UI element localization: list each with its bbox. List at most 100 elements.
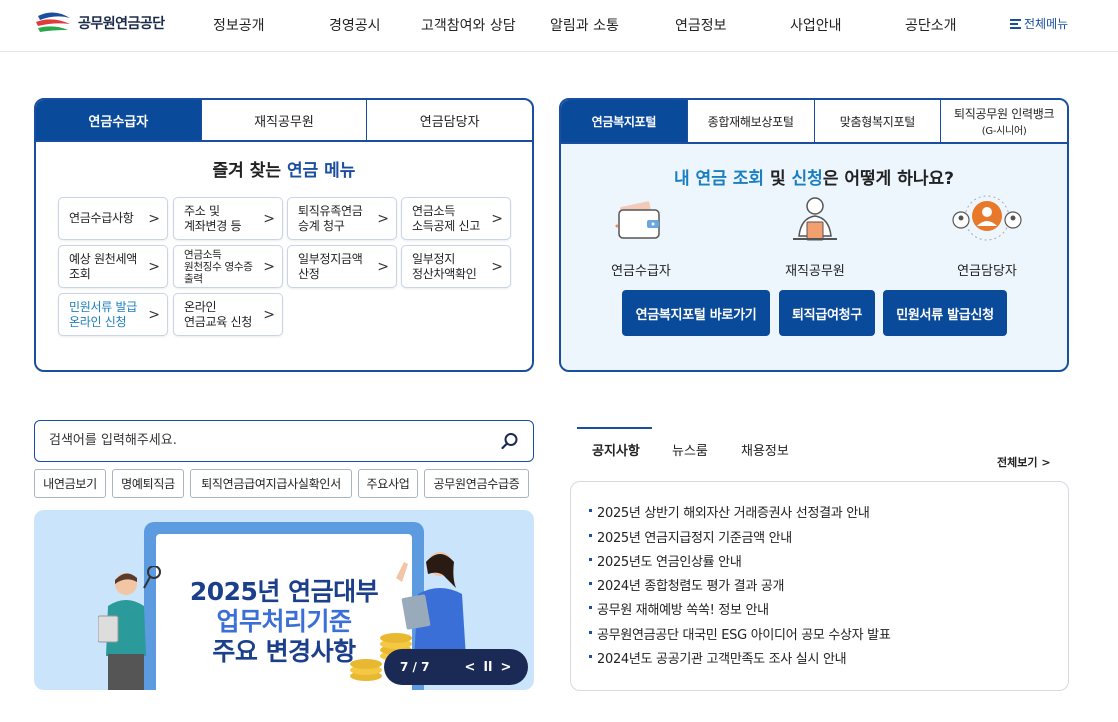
quick-tag-my-pension[interactable]: 내연금보기 bbox=[34, 469, 106, 498]
chevron-right-icon: > bbox=[263, 259, 275, 275]
menu-pension-status[interactable]: 연금수급사항 > bbox=[58, 197, 168, 240]
bullet-icon bbox=[589, 655, 592, 658]
document-request-button[interactable]: 민원서류 발급신청 bbox=[883, 290, 1007, 336]
retirement-claim-button[interactable]: 퇴직급여청구 bbox=[779, 290, 875, 336]
search-icon[interactable] bbox=[501, 432, 519, 450]
search-input[interactable] bbox=[49, 433, 469, 448]
tab-pension-manager[interactable]: 연금담당자 bbox=[366, 100, 532, 140]
nav-info-disclosure[interactable]: 정보공개 bbox=[213, 15, 265, 35]
list-item[interactable]: 공무원 재해예방 쏙쏙! 정보 안내 bbox=[589, 599, 769, 618]
all-menu-button[interactable]: 전체메뉴 bbox=[1010, 15, 1068, 32]
chevron-right-icon: > bbox=[377, 211, 389, 227]
favorite-menu-panel: 연금수급자 재직공무원 연금담당자 즐겨 찾는 연금 메뉴 연금수급사항 > 주소… bbox=[34, 98, 534, 372]
bullet-icon bbox=[589, 582, 592, 585]
chevron-right-icon: > bbox=[1041, 456, 1051, 469]
menu-address-account[interactable]: 주소 및 계좌변경 등 > bbox=[173, 197, 283, 240]
menu-label: 연금수급사항 bbox=[69, 211, 134, 225]
menu-label: 예상 원천세액 조회 bbox=[69, 251, 137, 281]
nav-customer[interactable]: 고객참여와 상담 bbox=[421, 15, 516, 35]
pause-icon[interactable]: ll bbox=[480, 660, 496, 675]
nav-notice[interactable]: 알림과 소통 bbox=[550, 15, 619, 35]
portal-panel: 연금복지포털 종합재해보상포털 맞춤형복지포털 퇴직공무원 인력뱅크 (G-시니… bbox=[559, 98, 1069, 372]
chevron-right-icon: > bbox=[263, 307, 275, 323]
chevron-left-icon[interactable]: < bbox=[462, 660, 478, 675]
notice-title: 2024년도 공공기관 고객만족도 조사 실시 안내 bbox=[597, 652, 847, 667]
menu-document-request[interactable]: 민원서류 발급 온라인 신청 > bbox=[58, 293, 168, 336]
tab-active-official[interactable]: 재직공무원 bbox=[200, 100, 367, 140]
notice-title: 공무원 재해예방 쏙쏙! 정보 안내 bbox=[597, 603, 769, 618]
list-item[interactable]: 공무원연금공단 대국민 ESG 아이디어 공모 수상자 발표 bbox=[589, 624, 891, 643]
chevron-right-icon: > bbox=[148, 211, 160, 227]
chevron-right-icon: > bbox=[148, 307, 160, 323]
quick-tag-honorary-retire[interactable]: 명예퇴직금 bbox=[112, 469, 184, 498]
menu-label: 주소 및 계좌변경 등 bbox=[184, 203, 242, 233]
tab-g-senior-sub: (G-시니어) bbox=[981, 126, 1027, 137]
quick-tag-pension-card[interactable]: 공무원연금수급증 bbox=[424, 469, 529, 498]
title-highlight: 연금 메뉴 bbox=[286, 161, 356, 181]
tab-pension-recipient[interactable]: 연금수급자 bbox=[36, 100, 201, 140]
view-all-link[interactable]: 전체보기 > bbox=[997, 454, 1051, 470]
tab-disaster-portal[interactable]: 종합재해보상포털 bbox=[686, 100, 814, 142]
title-suffix: 은 어떻게 하나요? bbox=[822, 169, 954, 189]
title-hl1: 내 연금 조회 bbox=[674, 169, 765, 189]
site-header: 공무원연금공단 정보공개 경영공시 고객참여와 상담 알림과 소통 연금정보 사… bbox=[0, 0, 1118, 52]
banner-controls: 7 / 7 < ll > bbox=[384, 649, 528, 685]
menu-survivor-claim[interactable]: 퇴직유족연금 승계 청구 > bbox=[287, 197, 397, 240]
notice-title: 2025년도 연금인상률 안내 bbox=[597, 555, 742, 570]
chevron-right-icon: > bbox=[491, 211, 503, 227]
nav-business[interactable]: 사업안내 bbox=[790, 15, 842, 35]
tab-g-senior-title: 퇴직공무원 인력뱅크 bbox=[954, 107, 1055, 121]
tab-g-senior[interactable]: 퇴직공무원 인력뱅크 (G-시니어) bbox=[940, 100, 1067, 142]
notice-title: 2024년 종합청렴도 평가 결과 공개 bbox=[597, 579, 785, 594]
menu-label: 연금소득 원천징수 영수증 출력 bbox=[184, 248, 253, 285]
promo-banner[interactable]: 2025년 연금대부 업무처리기준 주요 변경사항 7 / 7 < ll > bbox=[34, 510, 534, 690]
logo-text: 공무원연금공단 bbox=[78, 16, 165, 32]
nav-management-disclosure[interactable]: 경영공시 bbox=[329, 15, 381, 35]
site-logo[interactable]: 공무원연금공단 bbox=[34, 10, 165, 36]
tab-welfare-portal[interactable]: 연금복지포털 bbox=[561, 100, 687, 142]
welfare-portal-button[interactable]: 연금복지포털 바로가기 bbox=[622, 290, 770, 336]
nav-about[interactable]: 공단소개 bbox=[905, 15, 957, 35]
bullet-icon bbox=[589, 631, 592, 634]
quick-tag-payment-cert[interactable]: 퇴직연금급여지급사실확인서 bbox=[190, 469, 352, 498]
menu-label: 일부정지금액 산정 bbox=[298, 251, 363, 281]
user-type-tabs: 연금수급자 재직공무원 연금담당자 bbox=[36, 100, 532, 142]
menu-settlement-diff[interactable]: 일부정지 정산차액확인 > bbox=[401, 245, 511, 288]
menu-withholding-estimate[interactable]: 예상 원천세액 조회 > bbox=[58, 245, 168, 288]
menu-withholding-receipt[interactable]: 연금소득 원천징수 영수증 출력 > bbox=[173, 245, 283, 288]
title-prefix: 즐겨 찾는 bbox=[212, 161, 282, 181]
nav-pension-info[interactable]: 연금정보 bbox=[675, 15, 727, 35]
list-item[interactable]: 2024년 종합청렴도 평가 결과 공개 bbox=[589, 575, 784, 594]
quick-tag-main-business[interactable]: 주요사업 bbox=[358, 469, 418, 498]
menu-label: 일부정지 정산차액확인 bbox=[412, 251, 477, 281]
bullet-icon bbox=[589, 606, 592, 609]
list-item[interactable]: 2024년도 공공기관 고객만족도 조사 실시 안내 bbox=[589, 648, 847, 667]
tab-custom-welfare[interactable]: 맞춤형복지포털 bbox=[813, 100, 941, 142]
manager-group-icon bbox=[952, 195, 1022, 241]
chevron-right-icon[interactable]: > bbox=[498, 660, 514, 675]
menu-label: 민원서류 발급 온라인 신청 bbox=[69, 299, 137, 329]
menu-partial-suspension[interactable]: 일부정지금액 산정 > bbox=[287, 245, 397, 288]
menu-income-deduction[interactable]: 연금소득 소득공제 신고 > bbox=[401, 197, 511, 240]
role-active-official: 재직공무원 bbox=[785, 264, 845, 279]
role-pension-recipient: 연금수급자 bbox=[611, 264, 671, 279]
list-item[interactable]: 2025년 연금지급정지 기준금액 안내 bbox=[589, 527, 792, 546]
notice-title: 공무원연금공단 대국민 ESG 아이디어 공모 수상자 발표 bbox=[597, 628, 891, 643]
bullet-icon bbox=[589, 509, 592, 512]
view-all-label: 전체보기 bbox=[997, 456, 1038, 469]
man-with-magnifier-illustration bbox=[98, 566, 161, 690]
bullet-icon bbox=[589, 534, 592, 537]
menu-online-education[interactable]: 온라인 연금교육 신청 > bbox=[173, 293, 283, 336]
list-item[interactable]: 2025년 상반기 해외자산 거래증권사 선정결과 안내 bbox=[589, 502, 870, 521]
search-box bbox=[34, 420, 534, 462]
portal-question-title: 내 연금 조회 및 신청은 어떻게 하나요? bbox=[561, 164, 1067, 189]
tab-notice[interactable]: 공지사항 bbox=[592, 440, 640, 459]
chevron-right-icon: > bbox=[377, 259, 389, 275]
chevron-right-icon: > bbox=[148, 259, 160, 275]
tab-newsroom[interactable]: 뉴스룸 bbox=[672, 440, 708, 459]
menu-label: 퇴직유족연금 승계 청구 bbox=[298, 203, 363, 233]
banner-counter: 7 / 7 bbox=[400, 660, 430, 674]
tab-recruit[interactable]: 채용정보 bbox=[741, 440, 789, 459]
all-menu-label: 전체메뉴 bbox=[1024, 17, 1069, 31]
list-item[interactable]: 2025년도 연금인상률 안내 bbox=[589, 551, 742, 570]
